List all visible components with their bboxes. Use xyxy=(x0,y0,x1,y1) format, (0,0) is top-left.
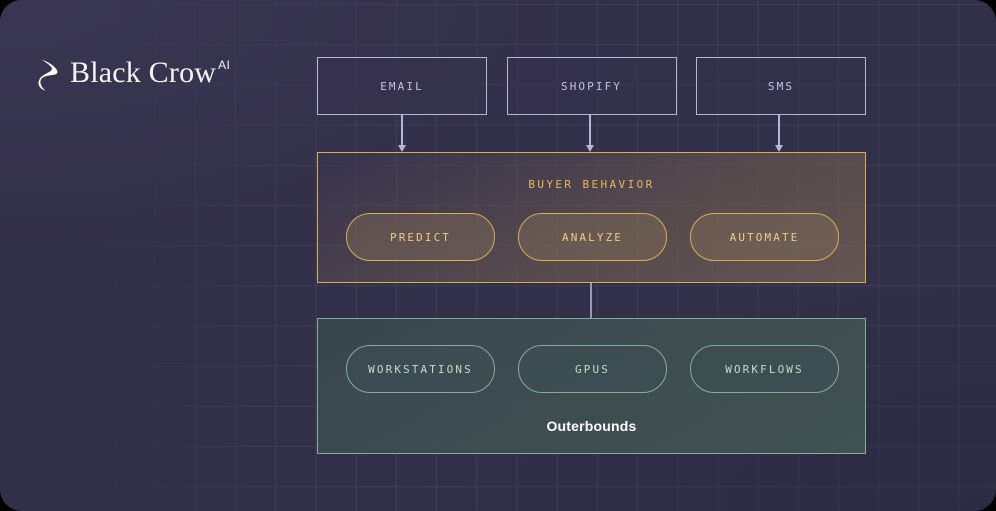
arrow-shaft xyxy=(778,115,780,147)
capability-pill-predict[interactable]: PREDICT xyxy=(346,213,495,261)
diagram-canvas: Black Crow AI EMAIL SHOPIFY SMS BUYER BE… xyxy=(0,0,996,511)
buyer-behavior-title: BUYER BEHAVIOR xyxy=(528,178,655,191)
resource-pill-workflows[interactable]: WORKFLOWS xyxy=(690,345,839,393)
arrow-shaft xyxy=(401,115,403,147)
source-channels-row: EMAIL SHOPIFY SMS xyxy=(317,57,866,115)
source-box-email[interactable]: EMAIL xyxy=(317,57,487,115)
capability-pill-automate[interactable]: AUTOMATE xyxy=(690,213,839,261)
brand-logo: Black Crow AI xyxy=(38,56,230,96)
crow-mark-icon xyxy=(38,59,58,91)
buyer-behavior-capabilities: PREDICT ANALYZE AUTOMATE xyxy=(346,213,839,261)
outerbounds-panel: WORKSTATIONS GPUS WORKFLOWS Outerbounds xyxy=(317,318,866,454)
resource-label: GPUS xyxy=(575,362,610,376)
arrow-head-icon xyxy=(774,145,783,152)
arrow-shaft xyxy=(589,115,591,147)
capability-label: AUTOMATE xyxy=(729,230,800,244)
resource-pill-gpus[interactable]: GPUS xyxy=(518,345,667,393)
source-box-shopify[interactable]: SHOPIFY xyxy=(506,57,677,115)
source-label: SHOPIFY xyxy=(560,79,623,93)
arrow-head-icon xyxy=(585,145,594,152)
capability-label: PREDICT xyxy=(389,230,452,244)
resource-label: WORKSTATIONS xyxy=(368,362,473,376)
arrow-shopify-to-buyer-behavior xyxy=(583,115,597,153)
resource-label: WORKFLOWS xyxy=(725,362,804,376)
source-label: SMS xyxy=(767,79,795,93)
brand-superscript: AI xyxy=(218,58,231,72)
brand-wordmark: Black Crow xyxy=(70,56,217,89)
arrow-head-icon xyxy=(397,145,406,152)
source-label: EMAIL xyxy=(380,79,424,93)
resource-pill-workstations[interactable]: WORKSTATIONS xyxy=(346,345,495,393)
capability-label: ANALYZE xyxy=(561,230,624,244)
capability-pill-analyze[interactable]: ANALYZE xyxy=(518,213,667,261)
arrow-sms-to-buyer-behavior xyxy=(772,115,786,153)
connector-buyer-behavior-to-outerbounds xyxy=(590,283,592,318)
outerbounds-resources: WORKSTATIONS GPUS WORKFLOWS xyxy=(346,345,839,393)
arrow-email-to-buyer-behavior xyxy=(395,115,409,153)
source-box-sms[interactable]: SMS xyxy=(696,57,866,115)
outerbounds-caption: Outerbounds xyxy=(546,418,637,434)
buyer-behavior-panel: BUYER BEHAVIOR PREDICT ANALYZE AUTOMATE xyxy=(317,152,866,283)
